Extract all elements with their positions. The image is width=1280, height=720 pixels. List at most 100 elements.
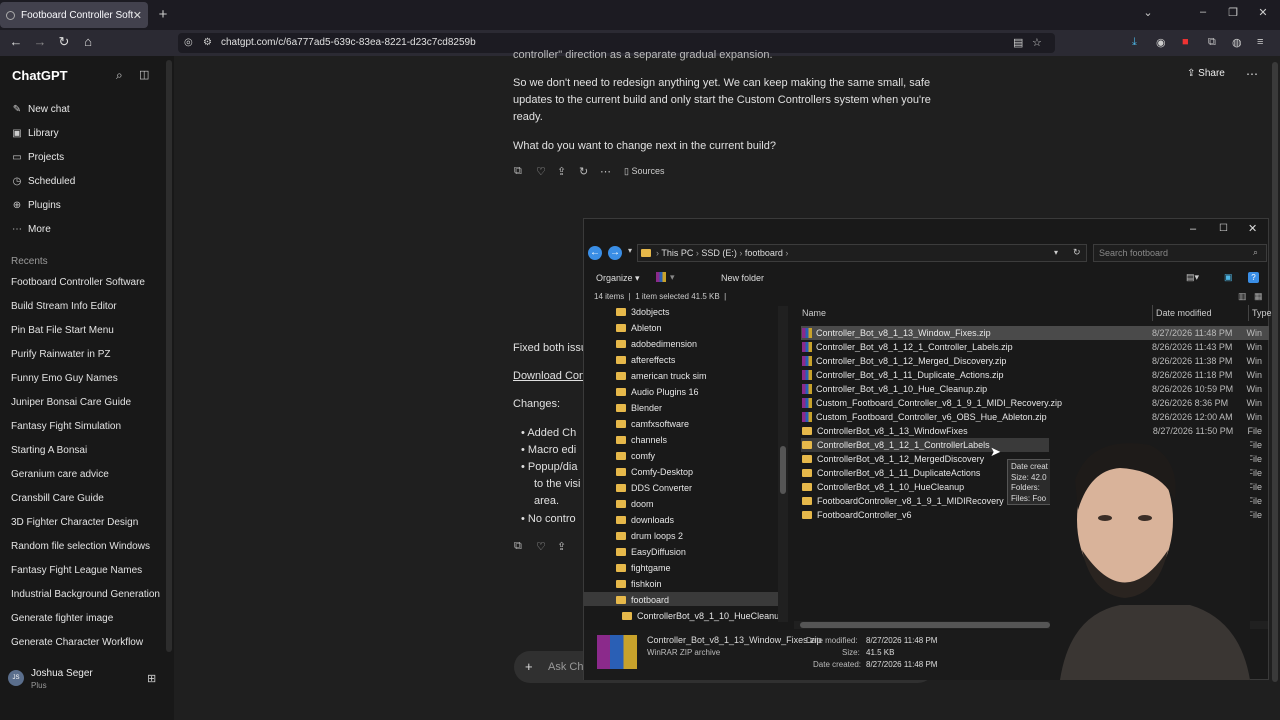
- recent-item[interactable]: Purify Rainwater in PZ: [11, 349, 110, 360]
- recent-item[interactable]: Build Stream Info Editor: [11, 301, 117, 312]
- bookmark-star-icon[interactable]: ☆: [1032, 36, 1042, 49]
- tree-item[interactable]: Audio Plugins 16: [616, 387, 699, 397]
- regenerate-icon[interactable]: ↻: [579, 165, 588, 178]
- file-row[interactable]: Custom_Footboard_Controller_v6_OBS_Hue_A…: [802, 410, 1262, 424]
- breadcrumb[interactable]: › This PC › SSD (E:) › footboard ›: [641, 248, 788, 258]
- minimize-icon[interactable]: –: [1193, 6, 1213, 18]
- more-actions-icon[interactable]: ⋯: [600, 165, 611, 178]
- sidebar-item-projects[interactable]: ▭ Projects: [12, 152, 64, 163]
- tree-item[interactable]: ControllerBot_v8_1_10_HueCleanup: [622, 611, 784, 621]
- file-row[interactable]: Controller_Bot_v8_1_13_Window_Fixes.zip 8…: [802, 326, 1262, 340]
- tree-item[interactable]: fightgame: [616, 563, 671, 573]
- recent-item[interactable]: Cransbill Care Guide: [11, 493, 104, 504]
- url-text[interactable]: chatgpt.com/c/6a777ad5-639c-83ea-8221-d2…: [221, 37, 476, 48]
- col-date-header[interactable]: Date modified: [1156, 308, 1212, 318]
- explorer-back-icon[interactable]: ←: [588, 246, 602, 260]
- file-row[interactable]: Controller_Bot_v8_1_12_1_Controller_Labe…: [802, 340, 1262, 354]
- recent-item[interactable]: Generate fighter image: [11, 613, 113, 624]
- close-window-icon[interactable]: ✕: [1253, 6, 1273, 19]
- tree-scrollbar-thumb[interactable]: [780, 446, 786, 494]
- permissions-icon[interactable]: ⚙: [203, 37, 212, 48]
- recent-item[interactable]: Starting A Bonsai: [11, 445, 87, 456]
- tree-item[interactable]: Ableton: [616, 323, 662, 333]
- tree-item[interactable]: comfy: [616, 451, 655, 461]
- thumbs-up-icon[interactable]: ♡: [536, 540, 546, 553]
- explorer-forward-icon[interactable]: →: [608, 246, 622, 260]
- explorer-close-icon[interactable]: ✕: [1248, 222, 1257, 235]
- file-row[interactable]: Custom_Footboard_Controller_v8_1_9_1_MID…: [802, 396, 1262, 410]
- file-hscrollbar-thumb[interactable]: [800, 622, 1050, 628]
- file-row[interactable]: ControllerBot_v8_1_13_WindowFixes 8/27/20…: [802, 424, 1262, 438]
- new-folder-button[interactable]: New folder: [721, 273, 764, 283]
- tree-item[interactable]: doom: [616, 499, 654, 509]
- download-link[interactable]: Download Con: [513, 368, 585, 385]
- sidebar-item-library[interactable]: ▣ Library: [12, 128, 58, 139]
- recent-item[interactable]: Funny Emo Guy Names: [11, 373, 118, 384]
- menu-icon[interactable]: ≡: [1257, 36, 1263, 48]
- open-with-button[interactable]: ▾: [656, 272, 675, 283]
- recent-item[interactable]: 3D Fighter Character Design: [11, 517, 138, 528]
- restore-icon[interactable]: ❐: [1223, 6, 1243, 19]
- address-dropdown-icon[interactable]: ▾: [1054, 248, 1058, 257]
- refresh-icon[interactable]: ↻: [1073, 247, 1081, 258]
- tab-close-icon[interactable]: ✕: [133, 9, 142, 22]
- explorer-minimize-icon[interactable]: –: [1190, 223, 1196, 235]
- sidebar-item-plugins[interactable]: ⊕ Plugins: [12, 200, 61, 211]
- tab-list-icon[interactable]: ⌄: [1138, 6, 1158, 19]
- tree-item[interactable]: adobedimension: [616, 339, 697, 349]
- explorer-history-icon[interactable]: ▾: [628, 246, 632, 255]
- breadcrumb-item[interactable]: This PC: [661, 248, 693, 258]
- recent-item[interactable]: Geranium care advice: [11, 469, 109, 480]
- tree-item[interactable]: DDS Converter: [616, 483, 692, 493]
- recent-item[interactable]: Fantasy Fight League Names: [11, 565, 142, 576]
- download-icon[interactable]: ⤓: [1132, 36, 1137, 49]
- tree-item[interactable]: camfxsoftware: [616, 419, 689, 429]
- share-message-icon[interactable]: ⇪: [557, 165, 566, 178]
- file-row[interactable]: Controller_Bot_v8_1_10_Hue_Cleanup.zip 8/…: [802, 382, 1262, 396]
- tree-item[interactable]: downloads: [616, 515, 674, 525]
- view-options-icon[interactable]: ▤▾: [1186, 272, 1199, 283]
- tree-item[interactable]: channels: [616, 435, 667, 445]
- file-row[interactable]: Controller_Bot_v8_1_11_Duplicate_Actions…: [802, 368, 1262, 382]
- file-row[interactable]: Controller_Bot_v8_1_12_Merged_Discovery.…: [802, 354, 1262, 368]
- sidebar-item-more[interactable]: ⋯ More: [12, 224, 51, 235]
- sources-button[interactable]: ▯ Sources: [624, 166, 664, 177]
- extensions-icon[interactable]: ⧉: [1208, 36, 1216, 49]
- sidebar-item-new-chat[interactable]: ✎ New chat: [12, 104, 70, 115]
- attach-icon[interactable]: +: [525, 659, 533, 674]
- tree-item[interactable]: american truck sim: [616, 371, 707, 381]
- breadcrumb-item[interactable]: footboard: [745, 248, 783, 258]
- details-view-icon[interactable]: ▥: [1238, 291, 1247, 302]
- recent-item[interactable]: Industrial Background Generation: [11, 589, 160, 600]
- tree-item[interactable]: Blender: [616, 403, 662, 413]
- apps-icon[interactable]: ⊞: [147, 672, 156, 685]
- tree-item[interactable]: aftereffects: [616, 355, 675, 365]
- column-divider[interactable]: [1248, 305, 1249, 321]
- back-icon[interactable]: ←: [7, 34, 25, 49]
- tree-item[interactable]: footboard: [616, 595, 669, 605]
- reload-icon[interactable]: ↻: [55, 34, 73, 50]
- forward-icon[interactable]: →: [31, 34, 49, 49]
- tree-item[interactable]: drum loops 2: [616, 531, 683, 541]
- profile-icon[interactable]: ◍: [1232, 36, 1242, 49]
- home-icon[interactable]: ⌂: [79, 34, 97, 49]
- chat-options-icon[interactable]: ⋯: [1246, 67, 1258, 81]
- recent-item[interactable]: Generate Character Workflow: [11, 637, 143, 648]
- recent-item[interactable]: Random file selection Windows: [11, 541, 150, 552]
- col-type-header[interactable]: Type: [1252, 308, 1272, 318]
- help-icon[interactable]: ?: [1248, 272, 1259, 283]
- tree-item[interactable]: Comfy-Desktop: [616, 467, 693, 477]
- thumbs-up-icon[interactable]: ♡: [536, 165, 546, 178]
- tree-item[interactable]: 3dobjects: [616, 307, 670, 317]
- tree-item[interactable]: fishkoin: [616, 579, 662, 589]
- avatar[interactable]: JS: [8, 670, 24, 686]
- recent-item[interactable]: Juniper Bonsai Care Guide: [11, 397, 131, 408]
- recent-item[interactable]: Footboard Controller Software: [11, 277, 145, 288]
- tab-active[interactable]: Footboard Controller Software ✕: [0, 2, 148, 28]
- reader-icon[interactable]: ▤: [1013, 36, 1023, 49]
- app-brand[interactable]: ChatGPT: [12, 68, 68, 83]
- sidebar-scrollbar[interactable]: [166, 60, 172, 652]
- share-button[interactable]: ⇪ Share: [1187, 68, 1225, 79]
- organize-button[interactable]: Organize ▾: [596, 273, 640, 284]
- column-divider[interactable]: [1152, 305, 1153, 321]
